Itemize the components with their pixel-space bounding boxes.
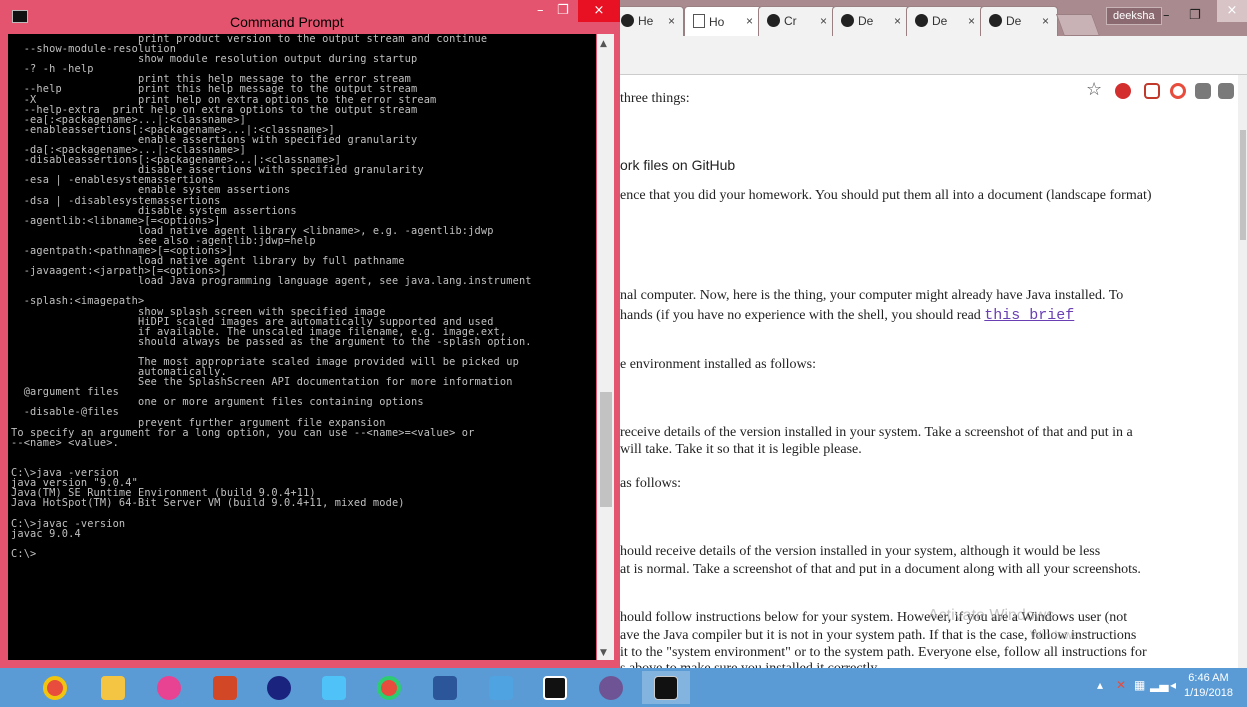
- activate-windows-subtext: Windows.: [1030, 628, 1083, 642]
- clock-time: 6:46 AM: [1188, 672, 1229, 684]
- browser-tab[interactable]: De ×: [906, 6, 984, 36]
- cmd-titlebar[interactable]: Command Prompt – ❐ ×: [0, 0, 620, 34]
- content-line: three things:: [620, 91, 690, 106]
- document-icon: [693, 14, 705, 28]
- github-icon: [915, 14, 928, 27]
- browser-tab[interactable]: He ×: [612, 6, 684, 36]
- taskbar-cmd[interactable]: [642, 671, 690, 704]
- action-center-icon[interactable]: ▦: [1134, 678, 1145, 692]
- content-line: will take. Take it so that it is legible…: [620, 442, 862, 457]
- profile-button[interactable]: deeksha: [1106, 7, 1162, 25]
- taskbar-github-desktop[interactable]: [590, 671, 632, 704]
- content-line: e environment installed as follows:: [620, 357, 816, 372]
- taskbar-word[interactable]: [424, 671, 466, 704]
- window-title: Command Prompt: [230, 14, 344, 30]
- signal-icon[interactable]: ▂▄: [1150, 678, 1168, 692]
- taskbar-control-panel[interactable]: [480, 671, 522, 704]
- powerpoint-icon: [213, 676, 237, 700]
- content-line: nal computer. Now, here is the thing, yo…: [620, 288, 1124, 303]
- activate-windows-watermark: Activate Windows: [928, 607, 1055, 624]
- taskbar-clock[interactable]: 6:46 AM 1/19/2018: [1184, 671, 1233, 701]
- tray-chevron-icon[interactable]: ▴: [1097, 678, 1103, 692]
- page-scrollbar-thumb[interactable]: [1240, 130, 1246, 240]
- browser-tab-active[interactable]: Ho ×: [684, 6, 762, 36]
- file-explorer-icon: [101, 676, 125, 700]
- browser-tab[interactable]: Cr ×: [758, 6, 836, 36]
- itunes-icon: [157, 676, 181, 700]
- scroll-up-icon[interactable]: ▲: [600, 39, 607, 49]
- control-panel-icon: [489, 676, 513, 700]
- scroll-down-icon[interactable]: ▼: [600, 648, 607, 658]
- taskbar-app[interactable]: [258, 671, 300, 704]
- browser-tab[interactable]: De ×: [980, 6, 1058, 36]
- browser-close-button[interactable]: ×: [1217, 0, 1247, 22]
- taskbar-chrome-2[interactable]: [368, 671, 410, 704]
- notepad-icon: [322, 676, 346, 700]
- volume-icon[interactable]: ◂: [1170, 678, 1176, 692]
- chrome-icon: [43, 676, 67, 700]
- content-line: hould receive details of the version ins…: [620, 544, 1101, 559]
- taskbar-itunes[interactable]: [148, 671, 190, 704]
- word-icon: [433, 676, 457, 700]
- close-icon[interactable]: ×: [668, 14, 675, 28]
- close-icon[interactable]: ×: [1042, 14, 1049, 28]
- content-line: ence that you did your homework. You sho…: [620, 188, 1152, 203]
- console-scrollbar-thumb[interactable]: [600, 392, 612, 507]
- console-scrollbar[interactable]: [597, 34, 614, 660]
- cmd-icon: [12, 10, 28, 23]
- chrome-icon: [377, 676, 401, 700]
- close-icon[interactable]: ×: [968, 14, 975, 28]
- console-output-area[interactable]: print product version to the output stre…: [8, 34, 596, 660]
- content-line: at is normal. Take a screenshot of that …: [620, 562, 1141, 577]
- github-icon: [989, 14, 1002, 27]
- github-desktop-icon: [599, 676, 623, 700]
- command-prompt-window: Command Prompt – ❐ × print product versi…: [0, 0, 620, 670]
- taskbar-file-explorer[interactable]: [92, 671, 134, 704]
- taskbar-notepad[interactable]: [313, 671, 355, 704]
- close-icon[interactable]: ×: [894, 14, 901, 28]
- minimize-button[interactable]: –: [537, 3, 544, 18]
- close-icon[interactable]: ×: [820, 14, 827, 28]
- network-warning-icon[interactable]: ✕: [1116, 678, 1126, 692]
- maximize-button[interactable]: ❐: [1189, 8, 1201, 23]
- content-line: receive details of the version installed…: [620, 425, 1133, 440]
- content-line: ork files on GitHub: [620, 157, 736, 173]
- app-icon: [267, 676, 291, 700]
- intellij-icon: [543, 676, 567, 700]
- taskbar-powerpoint[interactable]: [204, 671, 246, 704]
- cmd-icon: [654, 676, 678, 700]
- github-icon: [621, 14, 634, 27]
- github-icon: [767, 14, 780, 27]
- taskbar-intellij[interactable]: [534, 671, 576, 704]
- new-tab-button[interactable]: [1055, 14, 1101, 36]
- minimize-button[interactable]: –: [1163, 8, 1170, 23]
- github-icon: [841, 14, 854, 27]
- close-icon[interactable]: ×: [746, 14, 753, 28]
- taskbar-chrome[interactable]: [34, 671, 76, 704]
- content-line: hands (if you have no experience with th…: [620, 307, 1075, 324]
- content-line: as follows:: [620, 476, 682, 491]
- this-brief-link[interactable]: this brief: [984, 307, 1074, 324]
- console-text: print product version to the output stre…: [11, 34, 532, 560]
- close-button[interactable]: ×: [578, 0, 620, 22]
- clock-date: 1/19/2018: [1184, 687, 1233, 699]
- content-line: it to the "system environment" or to the…: [620, 645, 1147, 660]
- maximize-button[interactable]: ❐: [557, 3, 569, 18]
- browser-tab[interactable]: De ×: [832, 6, 910, 36]
